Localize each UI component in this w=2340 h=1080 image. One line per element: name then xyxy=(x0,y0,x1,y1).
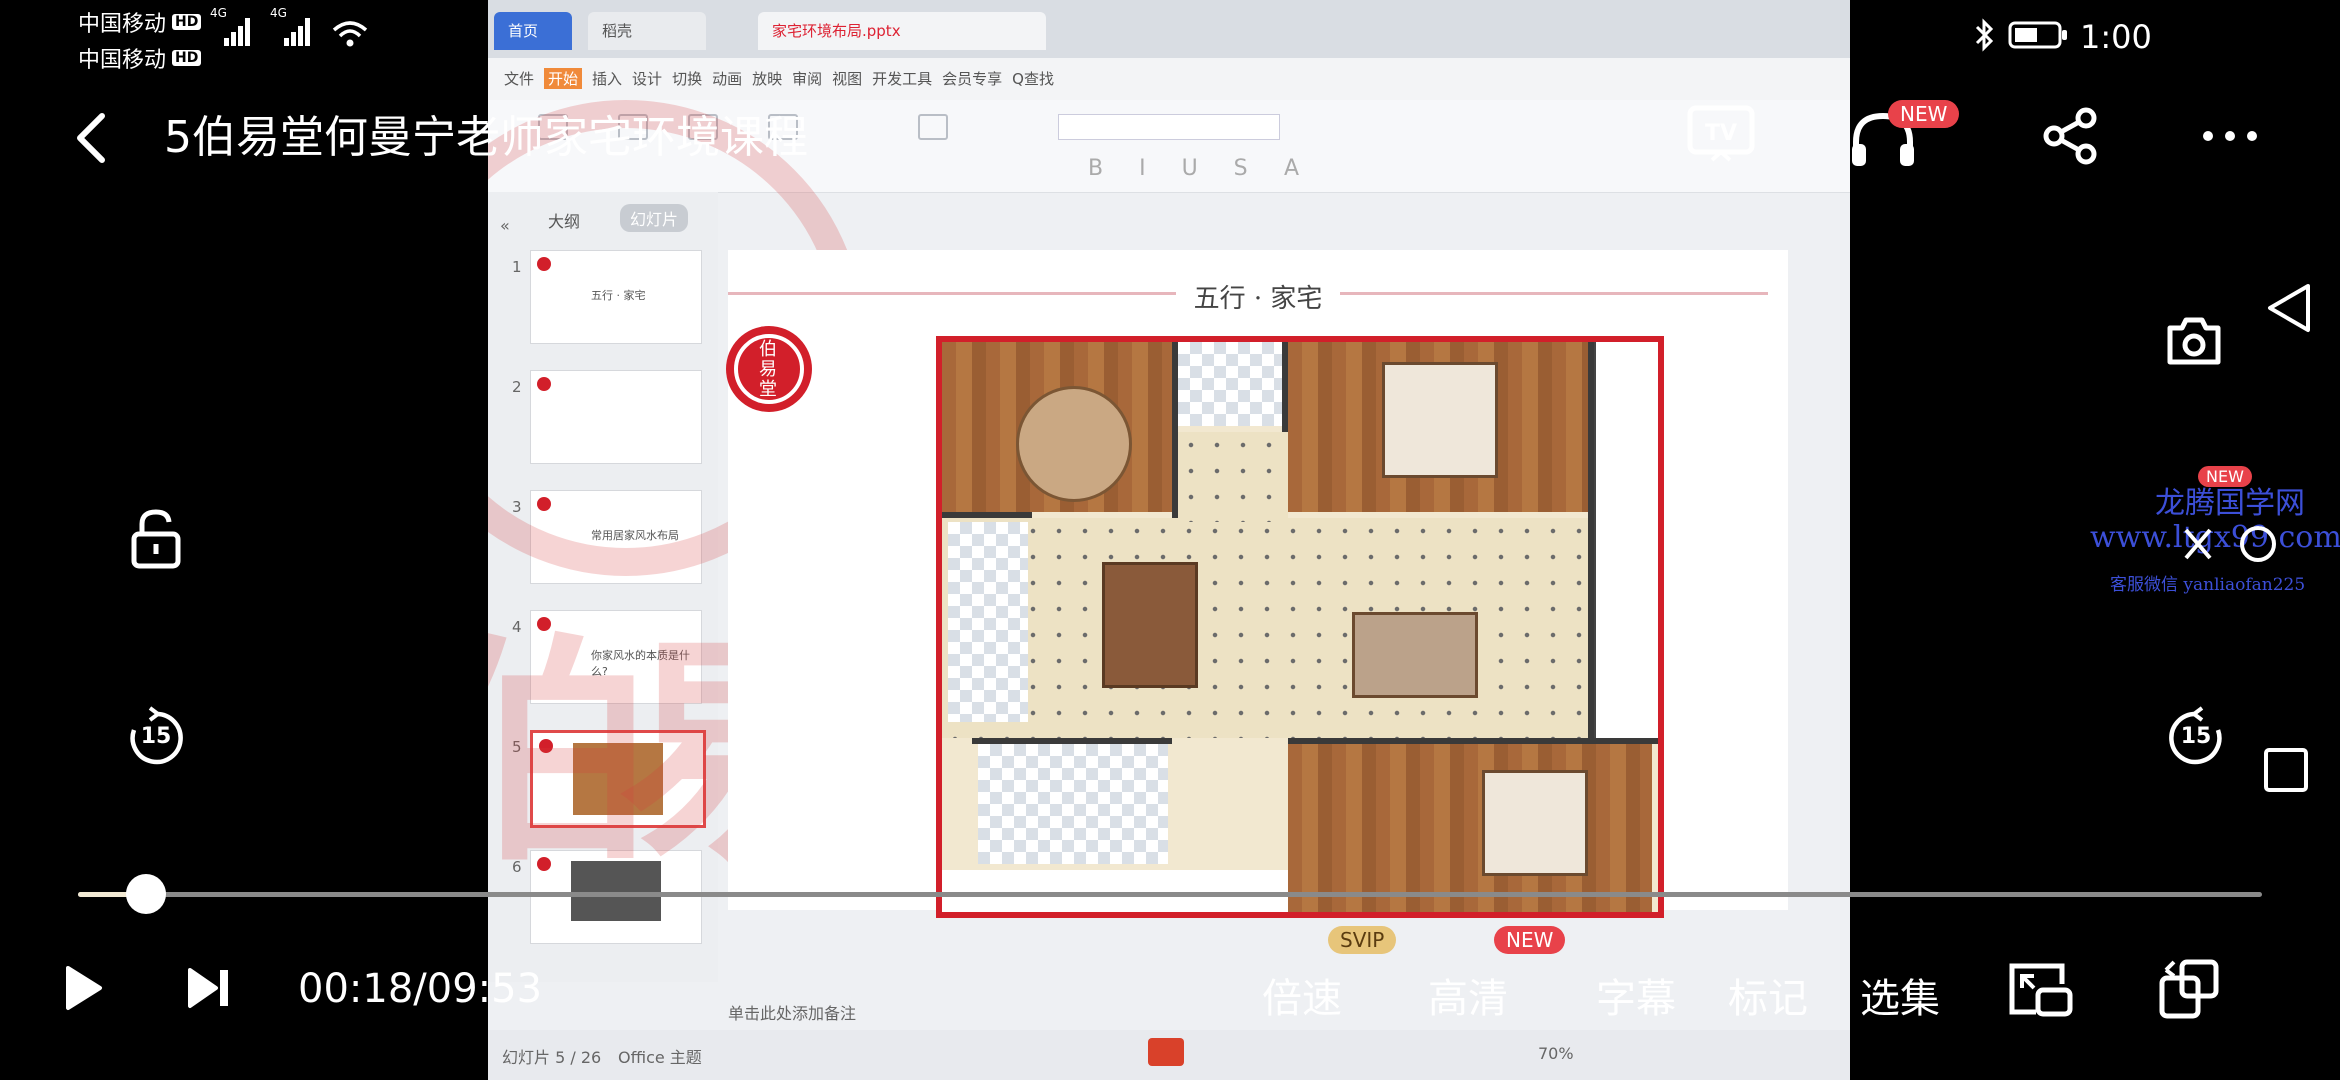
wps-menu-item: 审阅 xyxy=(792,70,823,88)
clock: 1:00 xyxy=(2080,18,2152,56)
seal-logo: 伯易堂 xyxy=(726,326,812,412)
wps-menu-item: 视图 xyxy=(832,70,863,88)
wps-menu-item: 放映 xyxy=(752,70,783,88)
bed-2 xyxy=(1482,770,1588,876)
forward-seconds: 15 xyxy=(2180,724,2212,749)
status-carriers: 中国移动 HD 中国移动 HD xyxy=(78,6,202,74)
svg-text:TV: TV xyxy=(1705,121,1737,146)
rewind-seconds: 15 xyxy=(140,724,172,749)
rotate-screen-button[interactable] xyxy=(2156,956,2222,1026)
tv-cast-button[interactable]: TV xyxy=(1686,104,1758,168)
next-episode-button[interactable] xyxy=(184,964,234,1016)
hd-badge-1: HD xyxy=(172,14,202,30)
bluetooth-icon xyxy=(1972,18,1996,56)
dining-table xyxy=(1102,562,1198,688)
back-button[interactable] xyxy=(72,108,112,168)
share-button[interactable] xyxy=(2040,106,2100,170)
slide-title: 五行 · 家宅 xyxy=(1175,284,1341,314)
wifi-icon xyxy=(330,18,370,54)
new-badge: NEW xyxy=(1494,926,1566,954)
control-bookmark-button[interactable]: 标记 xyxy=(1728,966,1808,1024)
triangle-back-icon xyxy=(2268,284,2310,332)
control-speed-button[interactable]: 倍速 xyxy=(1262,966,1342,1024)
carrier-1: 中国移动 xyxy=(78,12,167,37)
floor-plan-balcony xyxy=(1594,342,1658,742)
lock-button[interactable] xyxy=(128,508,184,574)
wps-menu-item: 开发工具 xyxy=(872,70,933,88)
picture-in-picture-icon xyxy=(2009,963,2073,1017)
slide-count: 幻灯片 5 / 26 xyxy=(502,1048,602,1067)
skip-forward-button[interactable]: 15 xyxy=(2164,706,2228,770)
progress-track[interactable] xyxy=(78,874,2262,914)
wps-home-tab: 首页 xyxy=(494,12,572,50)
sofa-set xyxy=(1352,612,1478,698)
square-icon xyxy=(2264,748,2308,792)
signal-icon: 4G xyxy=(210,6,254,54)
hd-badge-2: HD xyxy=(172,50,202,66)
floor-plan-living-room xyxy=(942,518,1588,738)
wps-menu-item: 切换 xyxy=(672,70,703,88)
site-watermark: NEW 龙腾国学网 xyxy=(2130,466,2330,522)
wps-menu-bar: 文件 开始 插入 设计 切换 动画 放映 审阅 视图 开发工具 会员专享 Q查找 xyxy=(488,58,1850,100)
wps-menu-item: 设计 xyxy=(632,70,663,88)
wps-menu-item: 动画 xyxy=(712,70,743,88)
wps-menu-item: 插入 xyxy=(592,70,623,88)
wps-menu-item: Q查找 xyxy=(1012,70,1054,88)
more-dots-icon xyxy=(2203,131,2257,141)
rotate-icon xyxy=(2159,959,2219,1019)
wps-menu-item: 文件 xyxy=(504,70,535,88)
svip-badge: SVIP xyxy=(1328,926,1397,954)
floor-plan-kitchen xyxy=(948,522,1028,722)
floor-plan-hall xyxy=(1178,432,1288,522)
nav-back-button[interactable] xyxy=(2264,280,2314,340)
more-button[interactable] xyxy=(2200,126,2260,150)
notes-hint: 单击此处添加备注 xyxy=(728,1004,857,1023)
watermark-contact: 客服微信 yanliaofan225 xyxy=(2110,575,2306,595)
progress-handle[interactable] xyxy=(125,874,166,914)
floor-plan-bathroom-2 xyxy=(978,744,1168,864)
share-icon xyxy=(2043,107,2097,165)
zoom-level: 70% xyxy=(1538,1044,1574,1063)
screenshot-button[interactable] xyxy=(2164,314,2224,372)
play-slideshow-icon xyxy=(1148,1038,1184,1066)
playback-time: 00:18/09:53 xyxy=(298,966,543,1012)
round-table xyxy=(1016,386,1132,502)
floor-plan-bathroom xyxy=(1178,342,1282,426)
theme-name: Office 主题 xyxy=(618,1048,702,1067)
battery-icon xyxy=(2008,20,2070,54)
unlock-icon xyxy=(131,509,181,569)
control-episodes-button[interactable]: 选集 xyxy=(1860,966,1940,1024)
carrier-2: 中国移动 xyxy=(78,48,167,73)
bed xyxy=(1382,362,1498,478)
back-arrow-icon xyxy=(77,113,105,163)
video-title: 5伯易堂何曼宁老师家宅环境课程 xyxy=(164,112,808,163)
wps-file-tab: 家宅环境布局.pptx xyxy=(758,12,1046,50)
signal-icon-2: 4G xyxy=(270,6,314,54)
skip-next-icon xyxy=(188,968,228,1008)
control-quality-button[interactable]: 高清 xyxy=(1428,966,1508,1024)
new-badge: NEW xyxy=(1888,100,1960,128)
play-icon xyxy=(66,966,102,1010)
pip-button[interactable] xyxy=(2006,960,2074,1024)
floor-plan-image xyxy=(936,336,1664,918)
play-button[interactable] xyxy=(60,962,106,1018)
recent-apps-button[interactable] xyxy=(2262,746,2310,798)
camera-icon xyxy=(2167,317,2221,365)
watermark-new-badge: NEW xyxy=(2198,466,2252,487)
wps-tab-bar: 首页 稻壳 家宅环境布局.pptx xyxy=(488,0,1850,58)
wps-status-bar: 幻灯片 5 / 26 Office 主题 70% xyxy=(488,1030,1850,1080)
wps-menu-item: 开始 xyxy=(544,68,583,89)
home-circle-icon xyxy=(2180,524,2280,568)
wps-docer-tab: 稻壳 xyxy=(588,12,706,50)
wps-menu-item: 会员专享 xyxy=(942,70,1003,88)
replay-back-button[interactable]: 15 xyxy=(124,706,188,770)
control-subtitle-button[interactable]: 字幕 xyxy=(1596,966,1676,1024)
floor-plan-bedroom-2 xyxy=(1288,744,1652,912)
tv-icon: TV xyxy=(1687,105,1755,162)
